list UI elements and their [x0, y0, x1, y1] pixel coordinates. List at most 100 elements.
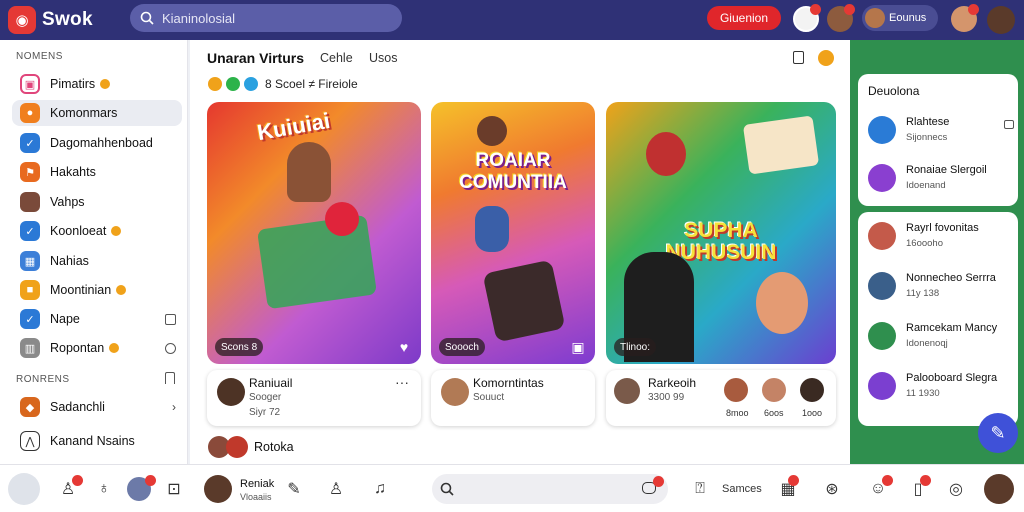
heart-icon: [325, 202, 359, 236]
sidebar-item-ropontan[interactable]: ▥ Ropontan: [12, 335, 182, 361]
bottom-search-input[interactable]: [432, 474, 668, 504]
grid-icon: ▦: [20, 251, 40, 271]
radio-icon[interactable]: [165, 342, 176, 354]
heart-icon[interactable]: ♥: [395, 338, 413, 356]
sidebar-item-dagomahhenboad[interactable]: ✓ Dagomahhenboad: [12, 130, 182, 156]
profile-pill[interactable]: Eounus: [862, 5, 938, 31]
explore-icon[interactable]: ⊛: [820, 477, 844, 501]
friend-row[interactable]: Nonnecheo Serrra 11y 138: [868, 270, 1016, 304]
card-heading: ROAIAR COMUNTIIA: [459, 150, 567, 193]
creator-status: Souuct: [473, 392, 505, 403]
community-icon: ●: [20, 103, 40, 123]
user-avatar[interactable]: [204, 475, 232, 503]
friend-status: 16oooho: [906, 238, 943, 249]
profile-avatar: [865, 8, 885, 28]
status-dot: [109, 343, 120, 353]
gift-icon[interactable]: ⍰: [688, 477, 712, 501]
message-icon[interactable]: [1004, 120, 1014, 129]
app-name: Swok: [42, 9, 93, 30]
gift-icon[interactable]: ▣: [569, 338, 587, 356]
bell-icon[interactable]: ♫: [368, 477, 392, 501]
content-card[interactable]: ROAIAR COMUNTIIA Soooch ▣: [431, 102, 595, 364]
primary-button[interactable]: Giuenion: [707, 6, 781, 30]
creator-card[interactable]: Rarkeoih 3300 99 8moo 6oos 1ooo: [606, 370, 836, 426]
character-illustration: [475, 206, 509, 252]
avatar: [614, 378, 640, 404]
arcade-illustration: [482, 259, 566, 343]
search-input[interactable]: Kianinolosial: [162, 11, 235, 26]
sidebar-item-nape[interactable]: ✓ Nape: [12, 306, 182, 332]
avatar: [217, 378, 245, 406]
creator-meta: Siyr 72: [249, 407, 281, 418]
friend-row[interactable]: Palooboard Slegra 11 1930: [868, 370, 1016, 404]
friend-row[interactable]: Ronaiae Slergoil Idoenand: [868, 162, 1016, 196]
avatar: [868, 322, 896, 350]
avatar: [20, 192, 40, 212]
avatar: [868, 222, 896, 250]
more-row[interactable]: Rotoka: [208, 436, 294, 458]
friend-row[interactable]: Ramcekam Mancy Idonenoqj: [868, 320, 1016, 354]
more-icon[interactable]: ···: [395, 374, 409, 390]
tab-cehle[interactable]: Cehle: [320, 51, 353, 65]
friend-row[interactable]: Rlahtese Sijonnecs: [868, 114, 1016, 148]
add-icon[interactable]: ⊡: [162, 477, 186, 501]
app-logo[interactable]: ◉ Swok: [8, 6, 93, 34]
panel-header: Deuolona: [868, 84, 920, 98]
bottom-bar: ♙ ♁ ⊡ Reniak Vloaaiis ✎ ♙ ♫ ⍰ Samces ▦ ⊛…: [0, 464, 1024, 512]
filter-chip-icon[interactable]: [244, 77, 258, 91]
notification-badge: [844, 4, 855, 15]
bookmark-icon[interactable]: [165, 372, 175, 384]
creator-name: Rarkeoih: [648, 376, 697, 390]
content-card[interactable]: SUPHA NUHUSUIN Tlinoo:: [606, 102, 836, 364]
avatar-label: 1ooo: [802, 408, 823, 418]
sidebar-item-pimatirs[interactable]: ▣ Pimatirs: [12, 71, 182, 97]
pencil-icon: ✎: [990, 422, 1006, 443]
creator-card[interactable]: Raniuail Sooger Siyr 72 ···: [207, 370, 421, 426]
account-avatar[interactable]: [987, 6, 1015, 34]
sidebar-item-komonmars[interactable]: ● Komonmars: [12, 100, 182, 126]
friends-list-card: Rayrl fovonitas 16oooho Nonnecheo Serrra…: [858, 212, 1018, 426]
creator-card[interactable]: Komorntintas Souuct: [431, 370, 595, 426]
account-avatar[interactable]: [984, 474, 1014, 504]
flag-icon: ⚑: [20, 162, 40, 182]
status-dot: [111, 226, 122, 236]
edit-icon[interactable]: ✎: [282, 477, 306, 501]
checkbox-icon[interactable]: [165, 313, 176, 325]
friend-row[interactable]: Rayrl fovonitas 16oooho: [868, 220, 1016, 254]
avatar: [762, 378, 786, 402]
compose-button[interactable]: ✎: [978, 413, 1018, 453]
sidebar-item-label: Dagomahhenboad: [50, 136, 153, 150]
sidebar-section-title: NOMENS: [16, 51, 63, 62]
sidebar-item-sadanchli[interactable]: ◆ Sadanchli ›: [12, 394, 182, 420]
search-bar[interactable]: Kianinolosial: [130, 4, 402, 32]
chevron-right-icon[interactable]: ›: [172, 400, 176, 414]
home-icon[interactable]: [8, 473, 40, 505]
person-icon[interactable]: ♙: [324, 477, 348, 501]
sidebar-item-kanand-nsains[interactable]: ⋀ Kanand Nsains: [12, 428, 182, 454]
content-card[interactable]: Kuiuiai Scons 8 ♥: [207, 102, 421, 364]
notification-badge: [653, 476, 664, 487]
sidebar-item-hakahts[interactable]: ⚑ Hakahts: [12, 159, 182, 185]
filter-chip-icon[interactable]: [208, 77, 222, 91]
sidebar-item-moontinian[interactable]: ■ Moontinian: [12, 277, 182, 303]
sidebar-item-label: Kanand Nsains: [50, 434, 135, 448]
sidebar-item-vahps[interactable]: Vahps: [12, 189, 182, 215]
character-illustration: [287, 142, 331, 202]
profile-pill-label: Eounus: [889, 12, 927, 24]
notification-badge: [145, 475, 156, 486]
bookmark-icon[interactable]: [793, 51, 804, 64]
creator-meta: 3300 99: [648, 392, 685, 403]
filter-chip-icon[interactable]: [226, 77, 240, 91]
sidebar-item-label: Moontinian: [50, 283, 112, 297]
sidebar-item-label: Koonloeat: [50, 224, 107, 238]
layers-icon[interactable]: ◎: [944, 477, 968, 501]
share-icon: ⋀: [20, 431, 40, 451]
sidebar: NOMENS ▣ Pimatirs ● Komonmars ✓ Dagomahh…: [0, 40, 188, 464]
sidebar-item-nahias[interactable]: ▦ Nahias: [12, 248, 182, 274]
sidebar-item-koonloeat[interactable]: ✓ Koonloeat: [12, 218, 182, 244]
people-icon[interactable]: ♁: [92, 477, 116, 501]
card-illustration: [256, 214, 378, 310]
tab-usos[interactable]: Usos: [369, 51, 397, 65]
games-label[interactable]: Samces: [722, 483, 762, 495]
reaction-icon[interactable]: [818, 50, 834, 66]
